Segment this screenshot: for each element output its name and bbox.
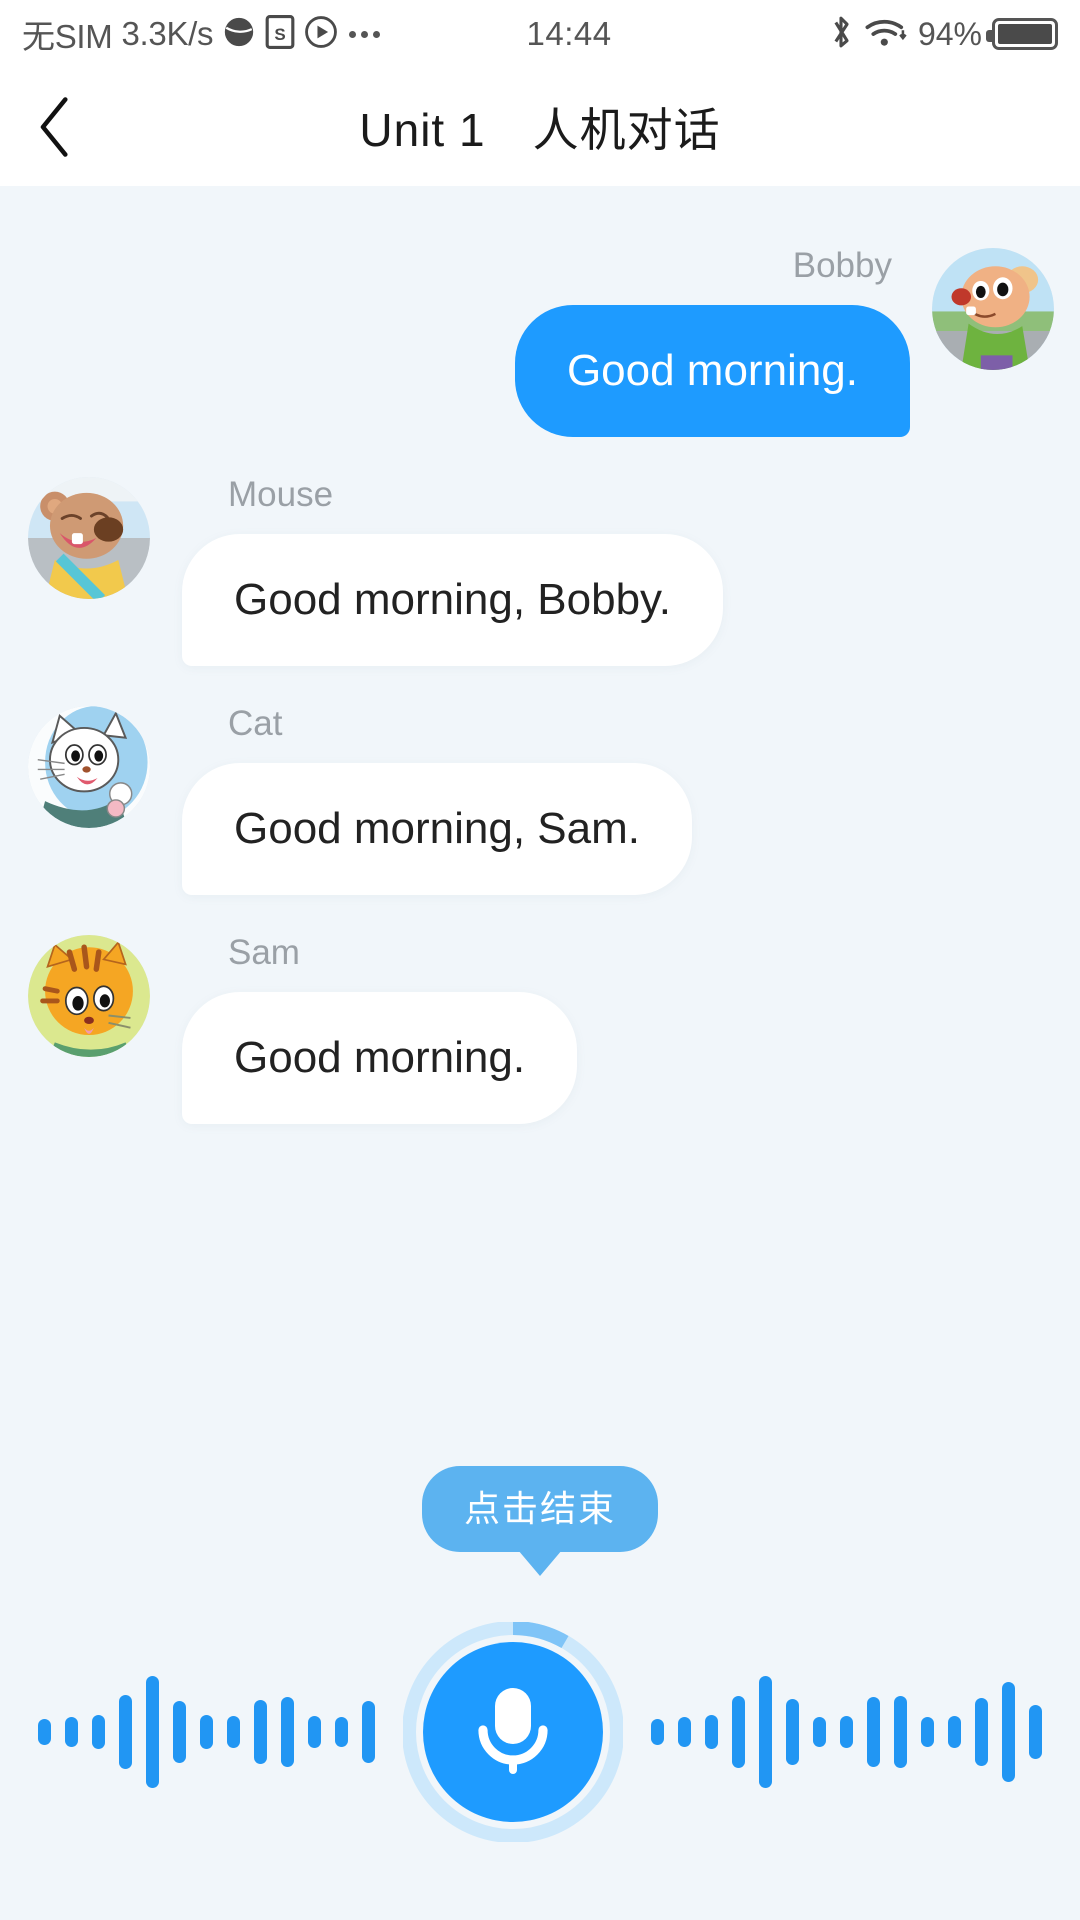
message-bubble[interactable]: Good morning, Sam. (182, 763, 692, 895)
bluetooth-icon (828, 13, 854, 56)
waveform-bar (1002, 1682, 1015, 1782)
browser-icon (222, 15, 256, 54)
waveform-bar (651, 1719, 664, 1745)
speaker-label: Cat (228, 704, 283, 743)
stop-recording-tooltip[interactable]: 点击结束 (421, 1466, 658, 1552)
waveform-bar (227, 1716, 240, 1748)
status-bar: 无SIM 3.3K/s S 14:44 94% (0, 0, 1080, 68)
waveform-bar (173, 1701, 186, 1763)
waveform-bar (786, 1699, 799, 1765)
waveform-bar (840, 1716, 853, 1748)
status-bar-center: 14:44 (380, 15, 828, 53)
waveform-bar (92, 1715, 105, 1749)
record-mic-button[interactable] (403, 1622, 623, 1842)
svg-text:S: S (275, 24, 286, 43)
waveform-bar (813, 1717, 826, 1747)
speaker-label: Bobby (792, 246, 892, 285)
message-column: Mouse Good morning, Bobby. (182, 477, 723, 666)
status-bar-right: 94% (828, 13, 1058, 56)
waveform-bar (1029, 1705, 1042, 1759)
waveform-bar (65, 1717, 78, 1747)
battery-percent-label: 94% (917, 15, 982, 52)
speaker-label: Mouse (228, 475, 334, 514)
more-dots-icon (349, 30, 381, 38)
waveform-bar (678, 1717, 691, 1747)
mouse-avatar[interactable] (28, 477, 150, 599)
waveform-bar (200, 1715, 213, 1749)
waveform-bar (921, 1717, 934, 1747)
message-bubble[interactable]: Good morning. (514, 305, 910, 437)
cat-avatar[interactable] (28, 706, 150, 828)
carrier-label: 无SIM (22, 18, 113, 55)
page-title: Unit 1 人机对话 (359, 104, 721, 156)
back-button[interactable] (0, 68, 110, 186)
bobby-mouse-avatar[interactable] (932, 248, 1054, 370)
speaker-label: Sam (228, 933, 300, 972)
waveform-bar (335, 1717, 348, 1747)
play-circle-icon (304, 15, 338, 54)
waveform-left (38, 1662, 375, 1802)
message-column: Cat Good morning, Sam. (182, 706, 692, 895)
network-speed-label: 3.3K/s (121, 15, 214, 52)
message-bubble[interactable]: Good morning, Bobby. (182, 534, 723, 666)
waveform-bar (894, 1696, 907, 1768)
waveform-bar (38, 1719, 51, 1745)
wifi-icon (864, 14, 908, 55)
waveform-bar (867, 1697, 880, 1767)
waveform-bar (732, 1696, 745, 1768)
tooltip-container: 点击结束 (0, 1466, 1080, 1582)
waveform-bar (146, 1676, 159, 1788)
message-column: Sam Good morning. (182, 933, 578, 1124)
chat-row: Cat Good morning, Sam. (0, 706, 1080, 895)
chat-row: Mouse Good morning, Bobby. (0, 477, 1080, 666)
message-bubble[interactable]: Good morning. (182, 992, 578, 1124)
voice-recorder-panel: 点击结束 (0, 1466, 1080, 1896)
waveform-bar (975, 1698, 988, 1766)
microphone-icon (467, 1682, 559, 1782)
s-badge-icon: S (265, 14, 295, 54)
app-header: Unit 1 人机对话 (0, 68, 1080, 186)
back-chevron-icon (37, 96, 73, 158)
mic-button-core[interactable] (423, 1642, 603, 1822)
waveform-bar (362, 1701, 375, 1763)
sam-tiger-avatar[interactable] (28, 935, 150, 1057)
chat-row: Bobby Good morning. (0, 248, 1080, 437)
chat-row: Sam Good morning. (0, 935, 1080, 1124)
waveform-right (651, 1662, 1042, 1802)
status-bar-left: 无SIM 3.3K/s S (22, 10, 381, 58)
waveform-bar (119, 1695, 132, 1769)
mic-row (0, 1582, 1080, 1882)
clock-label: 14:44 (526, 15, 612, 52)
waveform-bar (308, 1716, 321, 1748)
message-column: Bobby Good morning. (514, 246, 910, 437)
waveform-bar (759, 1676, 772, 1788)
waveform-bar (948, 1716, 961, 1748)
waveform-bar (254, 1700, 267, 1764)
battery-icon (986, 18, 1058, 50)
chat-message-list: Bobby Good morning. Mouse Good morning, … (0, 186, 1080, 1920)
waveform-bar (705, 1715, 718, 1749)
waveform-bar (281, 1697, 294, 1767)
